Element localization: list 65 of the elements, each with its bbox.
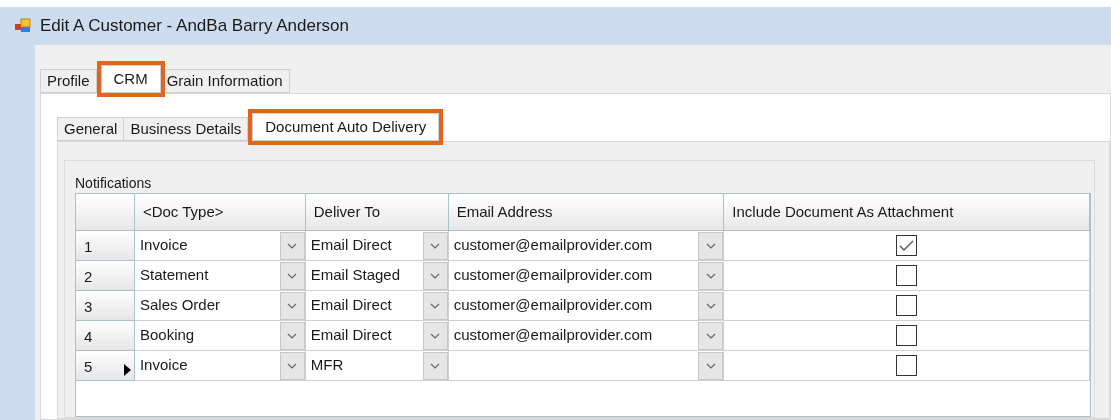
- dropdown-value: Statement: [139, 265, 209, 286]
- dropdown-button[interactable]: [279, 291, 305, 320]
- dropdown-value: customer@emailprovider.com: [453, 265, 653, 286]
- dropdown-button[interactable]: [279, 261, 305, 290]
- dropdown-value: Invoice: [139, 235, 188, 256]
- checkbox[interactable]: [896, 355, 918, 376]
- dropdown-button[interactable]: [422, 321, 448, 350]
- dropdown-icon: [430, 272, 441, 279]
- dropdown-button[interactable]: [422, 261, 448, 290]
- row-header[interactable]: 3: [76, 291, 135, 321]
- checkbox[interactable]: [896, 325, 918, 346]
- dropdown-value: MFR: [310, 355, 344, 376]
- dropdown-button[interactable]: [698, 261, 724, 290]
- dropdown-icon: [287, 332, 298, 339]
- dropdown-button[interactable]: [279, 351, 305, 380]
- dropdown-icon: [430, 242, 441, 249]
- column-header[interactable]: <Doc Type>: [134, 194, 306, 231]
- row-header[interactable]: 5: [76, 351, 135, 381]
- column-header[interactable]: Include Document As Attachment: [724, 194, 1090, 231]
- dropdown-icon: [705, 362, 716, 369]
- dropdown-value: customer@emailprovider.com: [453, 235, 653, 256]
- app-icon: [14, 18, 32, 34]
- dropdown-button[interactable]: [279, 321, 305, 350]
- group-title: Notifications: [75, 174, 153, 193]
- dropdown-icon: [287, 242, 298, 249]
- checkbox[interactable]: [896, 265, 918, 286]
- column-header[interactable]: Deliver To: [305, 194, 449, 231]
- dropdown-value: Invoice: [139, 355, 188, 376]
- dropdown-icon: [705, 332, 716, 339]
- dropdown-button[interactable]: [698, 321, 724, 350]
- tab[interactable]: Profile: [40, 69, 97, 93]
- dropdown-value: Email Direct: [310, 325, 392, 346]
- column-header[interactable]: Email Address: [448, 194, 725, 231]
- dropdown-icon: [287, 272, 298, 279]
- window-title: Edit A Customer - AndBa Barry Anderson: [40, 15, 349, 38]
- dropdown-button[interactable]: [279, 231, 305, 260]
- row-header[interactable]: 2: [76, 261, 135, 291]
- dropdown-value: customer@emailprovider.com: [453, 325, 653, 346]
- dropdown-value: customer@emailprovider.com: [453, 295, 653, 316]
- row-header[interactable]: 4: [76, 321, 135, 351]
- dropdown-button[interactable]: [422, 291, 448, 320]
- checkbox[interactable]: [896, 235, 918, 256]
- dropdown-value: Email Direct: [310, 295, 392, 316]
- dropdown-icon: [430, 332, 441, 339]
- dropdown-button[interactable]: [698, 291, 724, 320]
- current-row-icon: [123, 364, 131, 376]
- tab[interactable]: General: [57, 117, 125, 141]
- dropdown-icon: [430, 362, 441, 369]
- dropdown-icon: [705, 272, 716, 279]
- dropdown-icon: [287, 362, 298, 369]
- dropdown-icon: [705, 302, 716, 309]
- dropdown-value: Sales Order: [139, 295, 220, 316]
- dropdown-value: Email Staged: [310, 265, 400, 286]
- dropdown-icon: [705, 242, 716, 249]
- dropdown-button[interactable]: [698, 231, 724, 260]
- tab[interactable]: Business Details: [123, 117, 249, 141]
- dropdown-button[interactable]: [698, 351, 724, 380]
- dropdown-button[interactable]: [422, 351, 448, 380]
- dropdown-button[interactable]: [422, 231, 448, 260]
- dropdown-value: Email Direct: [310, 235, 392, 256]
- dropdown-icon: [287, 302, 298, 309]
- checkbox[interactable]: [896, 295, 918, 316]
- dropdown-value: Booking: [139, 325, 195, 346]
- dropdown-icon: [430, 302, 441, 309]
- row-header[interactable]: 1: [76, 231, 135, 261]
